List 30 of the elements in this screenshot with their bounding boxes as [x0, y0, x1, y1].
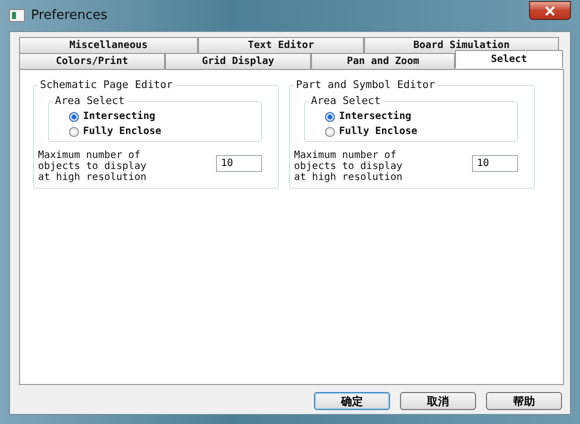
group-title: Schematic Page Editor — [38, 79, 175, 91]
group-title: Area Select — [53, 95, 127, 107]
radio-option[interactable]: Intersecting — [69, 111, 261, 122]
radio-option[interactable]: Fully Enclose — [69, 126, 261, 137]
radio-button[interactable] — [325, 126, 335, 136]
window-icon — [9, 9, 25, 22]
radio-option[interactable]: Intersecting — [325, 111, 517, 122]
tab[interactable]: Pan and Zoom — [311, 53, 455, 69]
input-field[interactable]: 10 — [216, 155, 262, 172]
radio-button[interactable] — [69, 112, 79, 122]
dialog-button[interactable]: 确定 — [314, 392, 390, 410]
window-title: Preferences — [31, 8, 108, 23]
dialog-button[interactable]: 帮助 — [486, 392, 562, 410]
group-title: Part and Symbol Editor — [294, 79, 438, 91]
input-field[interactable]: 10 — [472, 155, 518, 172]
tab[interactable]: Grid Display — [165, 53, 311, 69]
radio-button[interactable] — [69, 126, 79, 136]
close-icon — [544, 6, 556, 16]
tab[interactable]: Select — [455, 50, 563, 68]
close-button[interactable] — [529, 1, 571, 20]
field-label: Maximum number of objects to display at high resolution — [38, 150, 148, 183]
radio-option[interactable]: Fully Enclose — [325, 126, 517, 137]
radio-button[interactable] — [325, 112, 335, 122]
dialog-button[interactable]: 取消 — [400, 392, 476, 410]
field-label: Maximum number of objects to display at high resolution — [294, 150, 404, 183]
tab[interactable]: Board Simulation — [364, 37, 559, 53]
group-title: Area Select — [309, 95, 383, 107]
tab[interactable]: Colors/Print — [19, 53, 165, 69]
tab[interactable]: Text Editor — [198, 37, 364, 53]
tab[interactable]: Miscellaneous — [19, 37, 198, 53]
